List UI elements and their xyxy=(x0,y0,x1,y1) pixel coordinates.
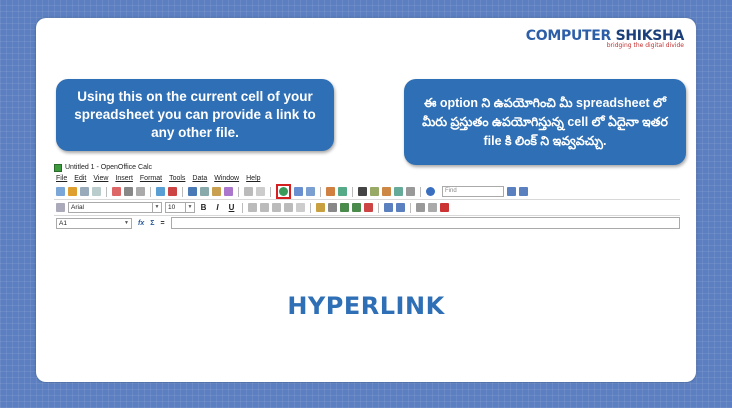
window-title: Untitled 1 - OpenOffice Calc xyxy=(65,164,153,171)
telugu-explanation-text: ఈ option ని ఉపయోగించి మీ spreadsheet లో … xyxy=(422,95,668,148)
menu-edit[interactable]: Edit xyxy=(74,175,86,182)
clone-formatting-icon[interactable] xyxy=(224,187,233,196)
chart-icon[interactable] xyxy=(326,187,335,196)
find-next-icon[interactable] xyxy=(507,187,516,196)
separator xyxy=(310,202,311,213)
align-right-icon[interactable] xyxy=(272,203,281,212)
sum-icon[interactable]: Σ xyxy=(150,220,154,227)
formatting-toolbar: Arial ▼ 10 ▼ B I U xyxy=(54,200,680,216)
cell-reference: A1 xyxy=(59,219,67,227)
main-title: HYPERLINK xyxy=(287,292,445,320)
separator xyxy=(238,186,239,197)
cut-icon[interactable] xyxy=(188,187,197,196)
email-icon[interactable] xyxy=(92,187,101,196)
separator xyxy=(242,202,243,213)
menu-tools[interactable]: Tools xyxy=(169,175,185,182)
number-format-icon[interactable] xyxy=(340,203,349,212)
separator xyxy=(320,186,321,197)
separator xyxy=(270,186,271,197)
openoffice-calc-screenshot: Untitled 1 - OpenOffice Calc File Edit V… xyxy=(54,162,680,250)
paste-icon[interactable] xyxy=(212,187,221,196)
find-replace-icon[interactable] xyxy=(358,187,367,196)
undo-icon[interactable] xyxy=(244,187,253,196)
function-equals-icon[interactable]: = xyxy=(160,220,164,227)
italic-button[interactable]: I xyxy=(212,203,223,212)
increase-indent-icon[interactable] xyxy=(396,203,405,212)
open-icon[interactable] xyxy=(68,187,77,196)
chevron-down-icon: ▼ xyxy=(152,203,161,212)
separator xyxy=(150,186,151,197)
standard-toolbar: Find xyxy=(54,184,680,200)
align-center-icon[interactable] xyxy=(260,203,269,212)
currency-icon[interactable] xyxy=(316,203,325,212)
hyperlink-highlight-box xyxy=(276,184,291,199)
name-box[interactable]: A1 ▼ xyxy=(56,217,132,229)
font-color-icon[interactable] xyxy=(440,203,449,212)
underline-button[interactable]: U xyxy=(226,203,237,212)
english-explanation-bubble: Using this on the current cell of your s… xyxy=(56,79,334,151)
background-color-icon[interactable] xyxy=(428,203,437,212)
computer-shiksha-logo: COMPUTER SHIKSHA bridging the digital di… xyxy=(525,28,685,49)
sort-descending-icon[interactable] xyxy=(306,187,315,196)
help-icon[interactable] xyxy=(426,187,435,196)
zoom-icon[interactable] xyxy=(406,187,415,196)
menu-insert[interactable]: Insert xyxy=(115,175,133,182)
draw-functions-icon[interactable] xyxy=(338,187,347,196)
borders-icon[interactable] xyxy=(416,203,425,212)
function-wizard-icon[interactable]: fx xyxy=(138,220,144,227)
chevron-down-icon: ▼ xyxy=(124,219,129,226)
justify-icon[interactable] xyxy=(284,203,293,212)
formula-input[interactable] xyxy=(170,217,680,229)
page-preview-icon[interactable] xyxy=(136,187,145,196)
separator xyxy=(410,202,411,213)
slide: COMPUTER SHIKSHA bridging the digital di… xyxy=(36,18,696,382)
separator xyxy=(106,186,107,197)
align-left-icon[interactable] xyxy=(248,203,257,212)
find-input[interactable]: Find xyxy=(442,186,504,197)
copy-icon[interactable] xyxy=(200,187,209,196)
styles-icon[interactable] xyxy=(56,203,65,212)
percent-icon[interactable] xyxy=(328,203,337,212)
find-previous-icon[interactable] xyxy=(519,187,528,196)
delete-decimal-icon[interactable] xyxy=(364,203,373,212)
menu-bar: File Edit View Insert Format Tools Data … xyxy=(54,173,680,184)
font-name-value: Arial xyxy=(71,204,85,211)
chevron-down-icon: ▼ xyxy=(185,203,194,212)
hyperlink-icon[interactable] xyxy=(279,187,288,196)
font-name-select[interactable]: Arial ▼ xyxy=(68,202,162,213)
menu-view[interactable]: View xyxy=(93,175,108,182)
save-icon[interactable] xyxy=(80,187,89,196)
add-decimal-icon[interactable] xyxy=(352,203,361,212)
calc-app-icon xyxy=(54,163,62,172)
menu-help[interactable]: Help xyxy=(246,175,260,182)
english-explanation-text: Using this on the current cell of your s… xyxy=(74,89,316,140)
decrease-indent-icon[interactable] xyxy=(384,203,393,212)
separator xyxy=(378,202,379,213)
menu-format[interactable]: Format xyxy=(140,175,162,182)
new-document-icon[interactable] xyxy=(56,187,65,196)
telugu-explanation-bubble: ఈ option ని ఉపయోగించి మీ spreadsheet లో … xyxy=(404,79,686,165)
gallery-icon[interactable] xyxy=(382,187,391,196)
separator xyxy=(182,186,183,197)
spellcheck-icon[interactable] xyxy=(156,187,165,196)
formula-bar: A1 ▼ fx Σ = xyxy=(54,216,680,230)
autospellcheck-icon[interactable] xyxy=(168,187,177,196)
font-size-select[interactable]: 10 ▼ xyxy=(165,202,195,213)
separator xyxy=(420,186,421,197)
window-titlebar: Untitled 1 - OpenOffice Calc xyxy=(54,162,680,173)
logo-text-computer: COMPUTER xyxy=(525,28,612,44)
redo-icon[interactable] xyxy=(256,187,265,196)
menu-data[interactable]: Data xyxy=(192,175,207,182)
font-size-value: 10 xyxy=(168,204,176,211)
data-sources-icon[interactable] xyxy=(394,187,403,196)
navigator-icon[interactable] xyxy=(370,187,379,196)
menu-window[interactable]: Window xyxy=(214,175,239,182)
bold-button[interactable]: B xyxy=(198,203,209,212)
print-icon[interactable] xyxy=(124,187,133,196)
export-pdf-icon[interactable] xyxy=(112,187,121,196)
menu-file[interactable]: File xyxy=(56,175,67,182)
merge-cells-icon[interactable] xyxy=(296,203,305,212)
sort-ascending-icon[interactable] xyxy=(294,187,303,196)
separator xyxy=(352,186,353,197)
